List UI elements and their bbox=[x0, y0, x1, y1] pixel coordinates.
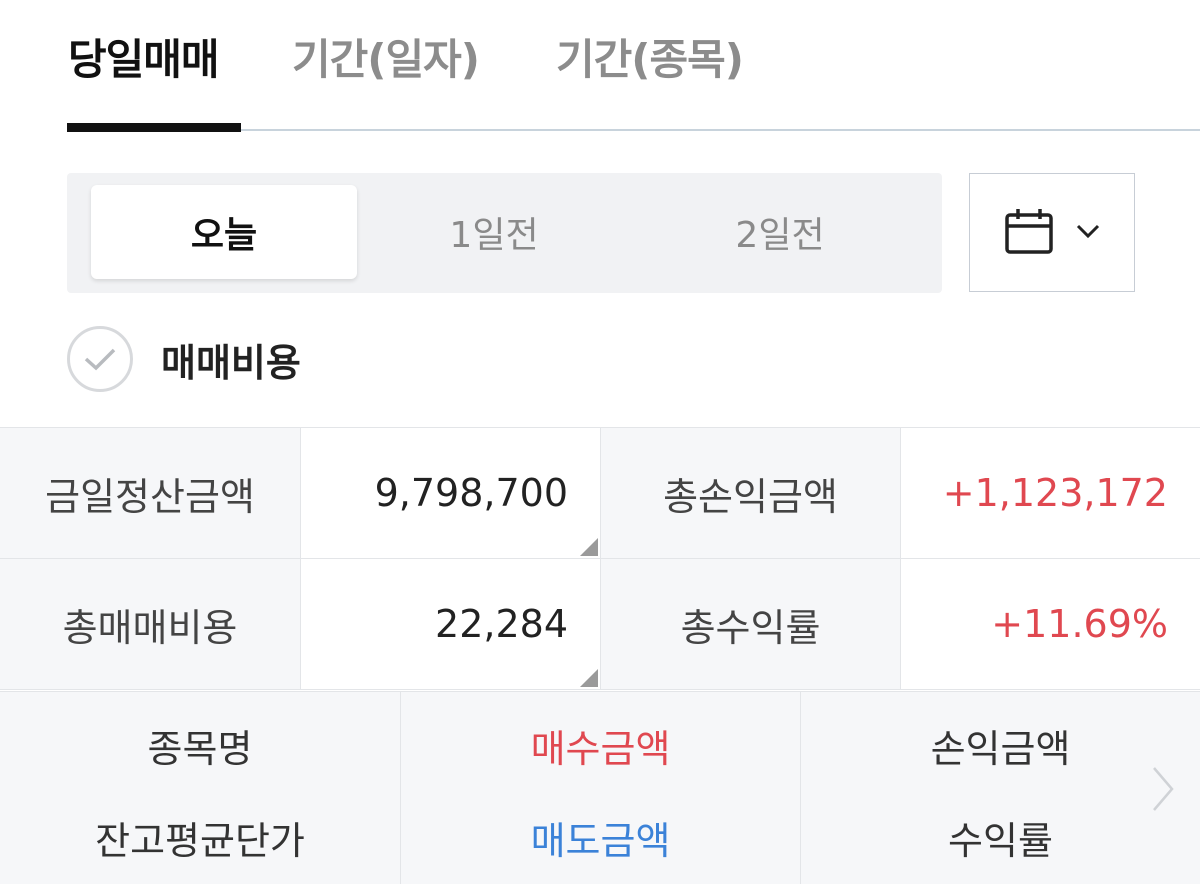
tab-divider bbox=[240, 129, 1200, 131]
settlement-amount-label-text: 금일정산금액 bbox=[45, 474, 255, 519]
settlement-amount-value: 9,798,700 bbox=[300, 428, 600, 559]
total-return-value-text: +11.69% bbox=[991, 602, 1168, 646]
settlement-amount-label: 금일정산금액 bbox=[0, 428, 300, 559]
total-return-label-text: 총수익률 bbox=[680, 605, 821, 650]
tab-period-by-stock[interactable]: 기간(종목) bbox=[556, 26, 744, 87]
trading-fee-checkbox[interactable]: 매매비용 bbox=[67, 326, 301, 392]
total-return-value: +11.69% bbox=[900, 559, 1200, 690]
date-picker-button[interactable] bbox=[969, 173, 1135, 292]
header-pnl-amount: 손익금액 bbox=[930, 727, 1071, 771]
chevron-right-icon[interactable] bbox=[1150, 764, 1176, 818]
header-avg-price: 잔고평균단가 bbox=[95, 819, 305, 863]
total-fee-value-text: 22,284 bbox=[435, 602, 568, 646]
chevron-down-icon bbox=[1076, 223, 1100, 243]
header-column-stock: 종목명 잔고평균단가 bbox=[0, 692, 400, 884]
check-icon[interactable] bbox=[67, 326, 133, 392]
header-column-amounts: 매수금액 매도금액 bbox=[400, 692, 800, 884]
info-corner-icon[interactable] bbox=[580, 669, 598, 687]
total-fee-label-text: 총매매비용 bbox=[62, 605, 238, 650]
total-pnl-label: 총손익금액 bbox=[600, 428, 900, 559]
info-corner-icon[interactable] bbox=[580, 538, 598, 556]
total-return-label: 총수익률 bbox=[600, 559, 900, 690]
header-return-rate: 수익률 bbox=[948, 819, 1053, 863]
list-column-header: 종목명 잔고평균단가 매수금액 매도금액 손익금액 수익률 bbox=[0, 691, 1200, 884]
period-2-days-ago-button[interactable]: 2일전 bbox=[643, 185, 917, 279]
settlement-amount-value-text: 9,798,700 bbox=[374, 471, 568, 515]
total-fee-value: 22,284 bbox=[300, 559, 600, 690]
header-stock-name: 종목명 bbox=[147, 727, 253, 771]
tab-today-trades[interactable]: 당일매매 bbox=[68, 26, 220, 87]
calendar-icon bbox=[1004, 207, 1054, 259]
period-segment-control: 오늘 1일전 2일전 bbox=[67, 173, 942, 293]
total-fee-label: 총매매비용 bbox=[0, 559, 300, 690]
total-pnl-value-text: +1,123,172 bbox=[942, 471, 1168, 515]
summary-grid: 금일정산금액 9,798,700 총손익금액 +1,123,172 총매매비용 … bbox=[0, 427, 1200, 691]
header-buy-amount: 매수금액 bbox=[530, 727, 671, 771]
active-tab-indicator bbox=[67, 123, 241, 132]
header-sell-amount: 매도금액 bbox=[530, 819, 671, 863]
top-tab-bar: 당일매매 기간(일자) 기간(종목) bbox=[0, 0, 1200, 132]
period-1-day-ago-button[interactable]: 1일전 bbox=[357, 185, 631, 279]
period-today-button[interactable]: 오늘 bbox=[91, 185, 357, 279]
trading-fee-label: 매매비용 bbox=[161, 340, 301, 385]
total-pnl-value: +1,123,172 bbox=[900, 428, 1200, 559]
total-pnl-label-text: 총손익금액 bbox=[663, 474, 838, 519]
header-column-pnl: 손익금액 수익률 bbox=[800, 692, 1200, 884]
tab-period-by-date[interactable]: 기간(일자) bbox=[292, 26, 480, 87]
